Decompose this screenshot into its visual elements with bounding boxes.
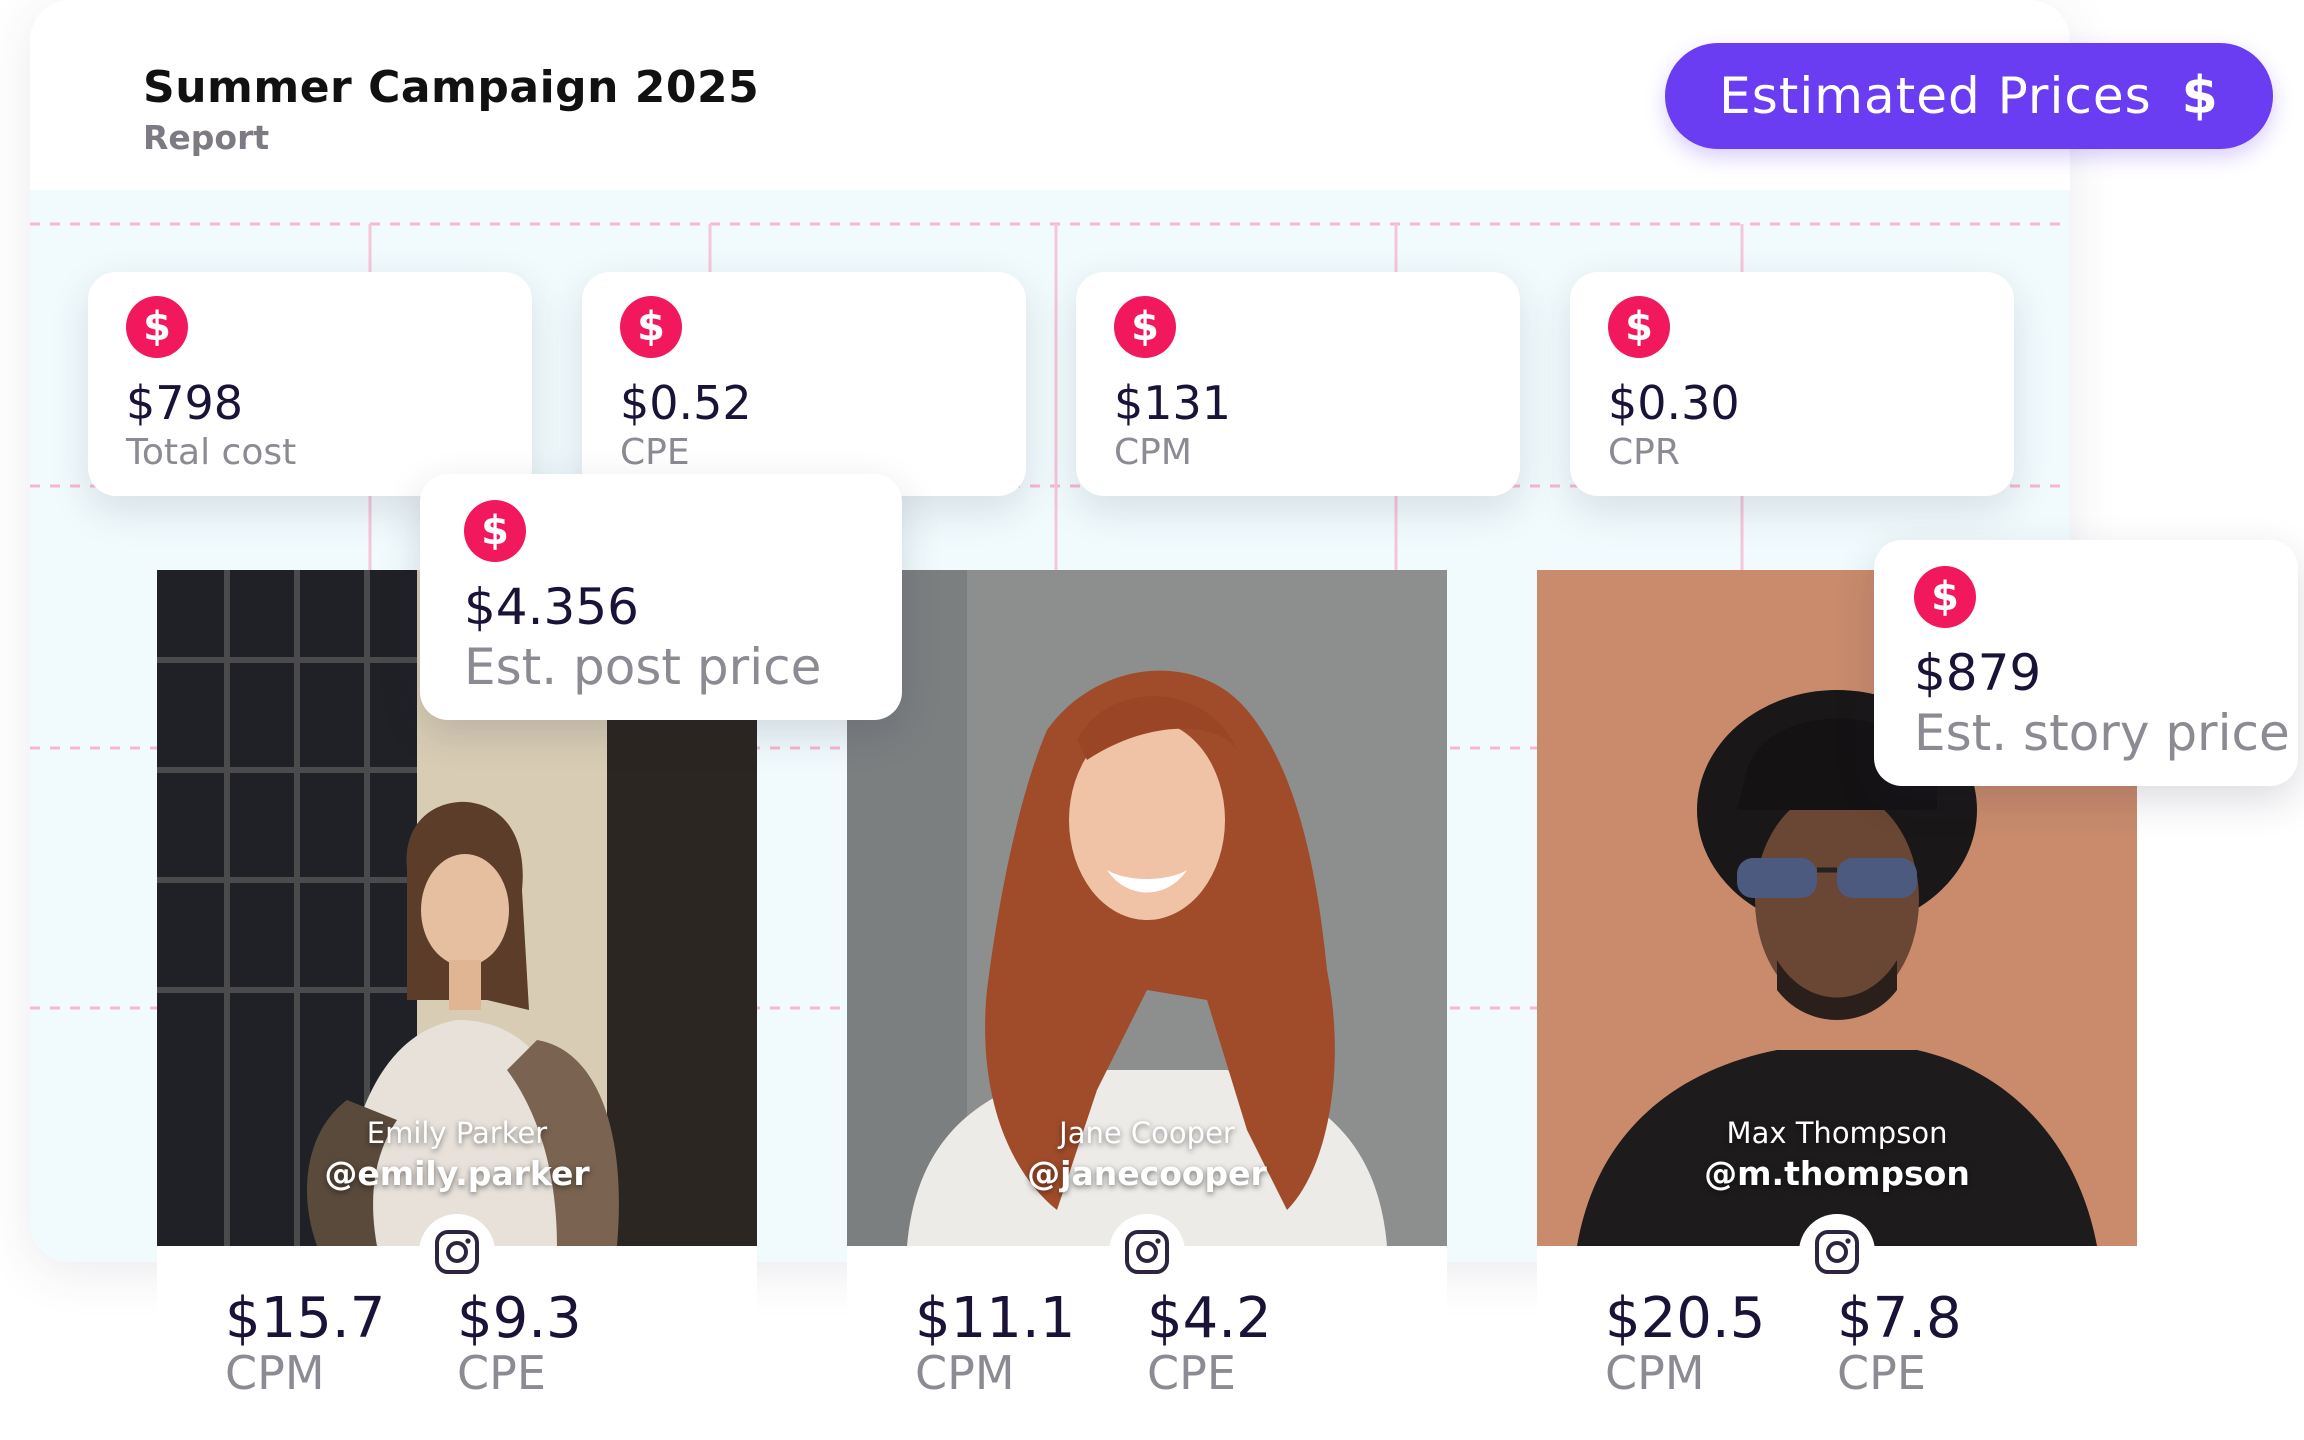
est-post-price-label: Est. post price — [464, 638, 822, 696]
dollar-coin-icon: $ — [126, 296, 188, 358]
influencer-handle[interactable]: @emily.parker — [157, 1154, 757, 1193]
influencer-handle[interactable]: @m.thompson — [1537, 1154, 2137, 1193]
dollar-coin-icon: $ — [1608, 296, 1670, 358]
cpe-value: $9.3 — [457, 1286, 582, 1351]
stat-label: CPE — [620, 432, 690, 473]
estimated-prices-label: Estimated Prices — [1719, 67, 2152, 125]
dollar-coin-icon: $ — [620, 296, 682, 358]
est-post-price-card: $ $4.356 Est. post price — [420, 474, 902, 720]
stat-card-total-cost: $ $798 Total cost — [88, 272, 532, 496]
cpm-value: $20.5 — [1605, 1286, 1766, 1351]
cpm-value: $11.1 — [915, 1286, 1076, 1351]
stat-card-cpe: $ $0.52 CPE — [582, 272, 1026, 496]
cpm-label: CPM — [225, 1346, 325, 1400]
influencer-name: Max Thompson — [1726, 1116, 1948, 1150]
influencer-name: Emily Parker — [366, 1116, 548, 1150]
est-story-price-card: $ $879 Est. story price — [1874, 540, 2298, 786]
influencer-card-jane-cooper[interactable]: Jane Cooper @janecooper $11.1 CPM $4.2 C… — [847, 570, 1447, 1440]
stat-label: Total cost — [126, 432, 297, 473]
stat-label: CPR — [1608, 432, 1680, 473]
dollar-icon: $ — [2181, 66, 2219, 126]
cpe-value: $4.2 — [1147, 1286, 1272, 1351]
cpm-value: $15.7 — [225, 1286, 386, 1351]
cpe-label: CPE — [457, 1346, 546, 1400]
stat-value: $0.52 — [620, 376, 752, 430]
estimated-prices-button[interactable]: Estimated Prices $ — [1665, 43, 2273, 149]
page-title: Summer Campaign 2025 — [143, 62, 760, 113]
est-story-price-value: $879 — [1914, 644, 2042, 702]
cpe-label: CPE — [1837, 1346, 1926, 1400]
stat-label: CPM — [1114, 432, 1192, 473]
dollar-coin-icon: $ — [1114, 296, 1176, 358]
cpe-value: $7.8 — [1837, 1286, 1962, 1351]
influencer-name: Jane Cooper — [1059, 1116, 1235, 1150]
dollar-coin-icon: $ — [464, 500, 526, 562]
instagram-icon[interactable] — [419, 1214, 495, 1290]
cpe-label: CPE — [1147, 1346, 1236, 1400]
stat-value: $131 — [1114, 376, 1232, 430]
influencer-handle[interactable]: @janecooper — [847, 1154, 1447, 1193]
stat-card-cpm: $ $131 CPM — [1076, 272, 1520, 496]
stat-value: $798 — [126, 376, 244, 430]
est-story-price-label: Est. story price — [1914, 704, 2290, 762]
page-subtitle: Report — [143, 118, 270, 157]
dollar-coin-icon: $ — [1914, 566, 1976, 628]
cpm-label: CPM — [1605, 1346, 1705, 1400]
cpm-label: CPM — [915, 1346, 1015, 1400]
est-post-price-value: $4.356 — [464, 578, 639, 636]
instagram-icon[interactable] — [1799, 1214, 1875, 1290]
stat-value: $0.30 — [1608, 376, 1740, 430]
instagram-icon[interactable] — [1109, 1214, 1185, 1290]
stat-card-cpr: $ $0.30 CPR — [1570, 272, 2014, 496]
